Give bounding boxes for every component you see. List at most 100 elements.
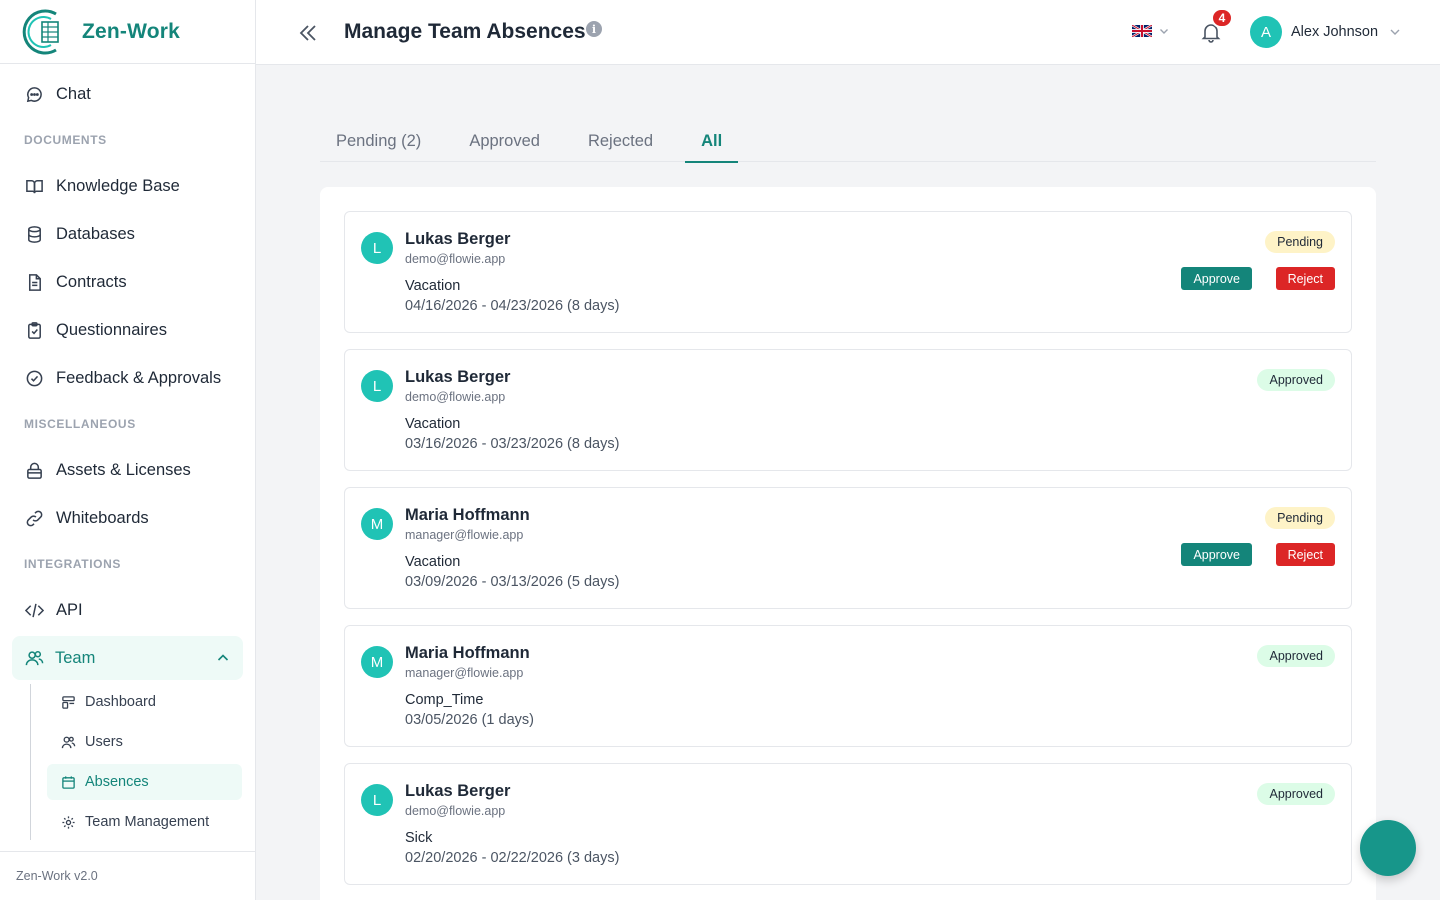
- absence-tabs: Pending (2) Approved Rejected All: [320, 120, 1376, 163]
- employee-name: Lukas Berger: [405, 782, 511, 800]
- absence-dates: 03/16/2026 - 03/23/2026 (8 days): [405, 436, 620, 452]
- sidebar-item-feedback-approvals[interactable]: Feedback & Approvals: [0, 354, 255, 402]
- section-title-miscellaneous: MISCELLANEOUS: [24, 417, 136, 431]
- employee-name: Maria Hoffmann: [405, 506, 530, 524]
- tab-all[interactable]: All: [685, 120, 739, 163]
- sidebar-item-questionnaires[interactable]: Questionnaires: [0, 306, 255, 354]
- code-icon: [24, 600, 44, 620]
- chevron-up-icon: [217, 654, 229, 661]
- sidebar-item-label: Contracts: [56, 272, 127, 291]
- gear-icon: [60, 814, 76, 830]
- app-version: Zen-Work v2.0: [0, 851, 255, 900]
- sidebar-item-contracts[interactable]: Contracts: [0, 258, 255, 306]
- sidebar-item-team[interactable]: Team: [12, 636, 243, 680]
- absence-dates: 03/05/2026 (1 days): [405, 712, 534, 728]
- status-badge: Approved: [1257, 369, 1335, 391]
- zen-work-logo: [22, 9, 59, 54]
- avatar: A: [1250, 16, 1282, 48]
- tab-pending[interactable]: Pending (2): [320, 120, 437, 162]
- sidebar-subitem-label: Team Management: [85, 814, 210, 830]
- sidebar-subitem-absences[interactable]: Absences: [47, 764, 242, 800]
- sidebar-subitem-dashboard[interactable]: Dashboard: [47, 684, 242, 720]
- chevron-down-icon: [1160, 29, 1168, 34]
- collapse-sidebar-icon[interactable]: [296, 21, 320, 45]
- sidebar: Zen-Work Chat DOCUMENTS Knowledge Base D…: [0, 0, 256, 900]
- lock-icon: [24, 460, 44, 480]
- chat-bubble-icon: [24, 84, 44, 104]
- language-selector[interactable]: [1132, 25, 1170, 37]
- absence-type: Vacation: [405, 554, 461, 570]
- sidebar-subitem-label: Absences: [85, 774, 149, 790]
- avatar: L: [361, 370, 393, 402]
- status-badge: Approved: [1257, 783, 1335, 805]
- book-icon: [24, 176, 44, 196]
- approve-button[interactable]: Approve: [1181, 267, 1252, 290]
- sidebar-subitem-label: Dashboard: [85, 694, 156, 710]
- chevron-down-icon: [1390, 29, 1400, 35]
- absence-card: L Lukas Berger demo@flowie.app Sick 02/2…: [344, 763, 1352, 885]
- absence-dates: 04/16/2026 - 04/23/2026 (8 days): [405, 298, 620, 314]
- absence-card: M Maria Hoffmann manager@flowie.app Vaca…: [344, 487, 1352, 609]
- sidebar-item-databases[interactable]: Databases: [0, 210, 255, 258]
- sidebar-item-api[interactable]: API: [0, 586, 255, 634]
- employee-email: manager@flowie.app: [405, 528, 524, 542]
- sidebar-item-label: Chat: [56, 84, 91, 103]
- document-icon: [24, 272, 44, 292]
- calendar-icon: [60, 774, 76, 790]
- sidebar-item-label: Questionnaires: [56, 320, 167, 339]
- absence-dates: 03/09/2026 - 03/13/2026 (5 days): [405, 574, 620, 590]
- clipboard-check-icon: [24, 320, 44, 340]
- users-icon: [24, 648, 44, 668]
- tab-rejected[interactable]: Rejected: [572, 120, 669, 162]
- sidebar-item-label: Assets & Licenses: [56, 460, 191, 479]
- users-icon: [60, 734, 76, 750]
- approve-button[interactable]: Approve: [1181, 543, 1252, 566]
- avatar: M: [361, 508, 393, 540]
- brand-name: Zen-Work: [82, 19, 181, 43]
- absence-type: Comp_Time: [405, 692, 484, 708]
- status-badge: Pending: [1265, 507, 1335, 529]
- user-name: Alex Johnson: [1291, 24, 1379, 40]
- brand[interactable]: Zen-Work: [0, 0, 255, 64]
- employee-email: demo@flowie.app: [405, 252, 506, 266]
- user-menu[interactable]: A Alex Johnson: [1250, 16, 1402, 48]
- section-title-documents: DOCUMENTS: [24, 133, 107, 147]
- reject-button[interactable]: Reject: [1275, 543, 1335, 566]
- avatar: M: [361, 646, 393, 678]
- notification-count-badge: 4: [1211, 8, 1233, 28]
- sidebar-subitem-label: Users: [85, 734, 123, 750]
- sidebar-item-label: Knowledge Base: [56, 176, 180, 195]
- sidebar-item-label: Whiteboards: [56, 508, 149, 527]
- absence-dates: 02/20/2026 - 02/22/2026 (3 days): [405, 850, 620, 866]
- absence-card: M Maria Hoffmann manager@flowie.app Comp…: [344, 625, 1352, 747]
- sidebar-item-chat[interactable]: Chat: [0, 70, 255, 118]
- employee-name: Maria Hoffmann: [405, 644, 530, 662]
- top-header: Manage Team Absences i 4 A Alex Johnson: [256, 0, 1440, 65]
- employee-name: Lukas Berger: [405, 368, 511, 386]
- absences-list-panel: L Lukas Berger demo@flowie.app Vacation …: [320, 187, 1376, 900]
- tab-approved[interactable]: Approved: [453, 120, 556, 162]
- absence-card: L Lukas Berger demo@flowie.app Vacation …: [344, 211, 1352, 333]
- employee-email: demo@flowie.app: [405, 390, 506, 404]
- link-icon: [24, 508, 44, 528]
- check-circle-icon: [24, 368, 44, 388]
- info-icon[interactable]: i: [586, 21, 602, 37]
- sidebar-subitem-users[interactable]: Users: [47, 724, 242, 760]
- sidebar-subitem-team-management[interactable]: Team Management: [47, 804, 242, 840]
- avatar: L: [361, 232, 393, 264]
- page-title: Manage Team Absences: [344, 20, 586, 43]
- sidebar-item-label: Team: [55, 648, 96, 667]
- absence-type: Vacation: [405, 416, 461, 432]
- reject-button[interactable]: Reject: [1275, 267, 1335, 290]
- sidebar-item-knowledge-base[interactable]: Knowledge Base: [0, 162, 255, 210]
- employee-name: Lukas Berger: [405, 230, 511, 248]
- sidebar-nav: Chat DOCUMENTS Knowledge Base Databases …: [0, 64, 255, 840]
- team-subnav: Dashboard Users Absences Team Management: [30, 684, 255, 840]
- avatar: L: [361, 784, 393, 816]
- sidebar-item-assets-licenses[interactable]: Assets & Licenses: [0, 446, 255, 494]
- sidebar-item-whiteboards[interactable]: Whiteboards: [0, 494, 255, 542]
- floating-action-button[interactable]: [1360, 820, 1416, 876]
- sidebar-item-label: Databases: [56, 224, 135, 243]
- status-badge: Pending: [1265, 231, 1335, 253]
- sidebar-item-label: API: [56, 600, 83, 619]
